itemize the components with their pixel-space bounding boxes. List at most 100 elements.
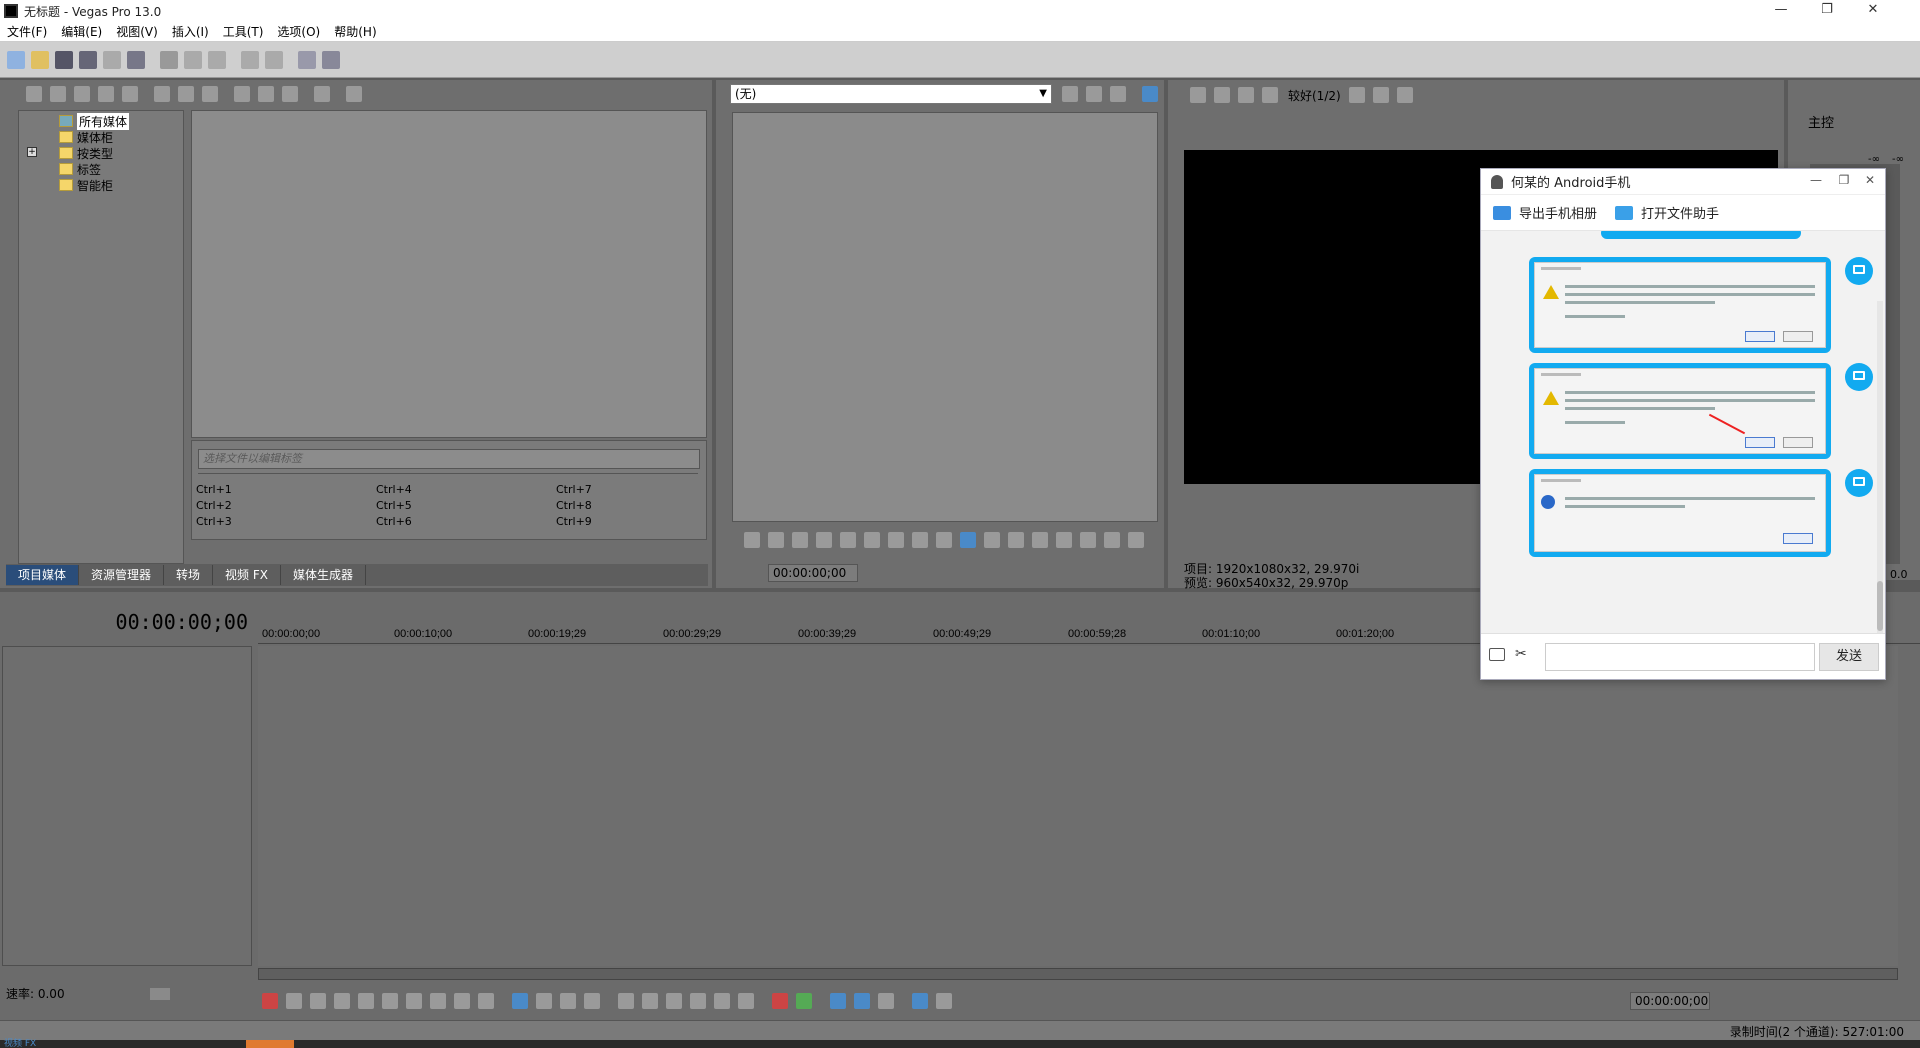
- tree-item-media-bins[interactable]: 媒体柜: [59, 129, 113, 145]
- minimize-button[interactable]: —: [1758, 0, 1804, 22]
- play-from-start-icon[interactable]: [310, 993, 326, 1009]
- delete-icon[interactable]: [618, 993, 634, 1009]
- prev-frame-icon[interactable]: [454, 993, 470, 1009]
- whats-this-icon[interactable]: [322, 50, 340, 69]
- message-image[interactable]: [1529, 257, 1831, 353]
- folder-icon[interactable]: [1489, 648, 1505, 661]
- loop-icon[interactable]: [286, 993, 302, 1009]
- more-icon[interactable]: [1128, 532, 1144, 548]
- go-to-start-icon[interactable]: [406, 993, 422, 1009]
- expand-toggle[interactable]: +: [27, 147, 37, 157]
- display-icon[interactable]: [1142, 86, 1158, 102]
- tab-explorer[interactable]: 资源管理器: [79, 565, 165, 585]
- go-to-end-icon[interactable]: [888, 532, 904, 548]
- maximize-button[interactable]: ❐: [1804, 0, 1850, 22]
- split-screen-icon[interactable]: [1262, 87, 1278, 103]
- timeline-tracks[interactable]: [258, 646, 1898, 966]
- open-file-helper-button[interactable]: 打开文件助手: [1615, 203, 1719, 222]
- tag-input[interactable]: 选择文件以编辑标签: [198, 449, 700, 469]
- trim-end-icon[interactable]: [690, 993, 706, 1009]
- normal-edit-tool-icon[interactable]: [512, 993, 528, 1009]
- selection-tool-icon[interactable]: [560, 993, 576, 1009]
- refresh-icon[interactable]: [98, 86, 114, 102]
- open-icon[interactable]: [31, 50, 49, 69]
- tools-icon[interactable]: [298, 50, 316, 69]
- menu-file[interactable]: 文件(F): [0, 23, 54, 40]
- trim-right-icon[interactable]: [1056, 532, 1072, 548]
- undo-icon[interactable]: [241, 50, 259, 69]
- fx-icon[interactable]: [202, 86, 218, 102]
- export-album-button[interactable]: 导出手机相册: [1493, 203, 1597, 222]
- chat-maximize-button[interactable]: ❐: [1833, 173, 1855, 187]
- tree-item-smart-bins[interactable]: 智能柜: [59, 177, 113, 193]
- auto-preview-icon[interactable]: [282, 86, 298, 102]
- pause-icon[interactable]: [358, 993, 374, 1009]
- scissors-icon[interactable]: ✂: [1515, 646, 1527, 662]
- pause-icon[interactable]: [816, 532, 832, 548]
- stop-icon[interactable]: [382, 993, 398, 1009]
- bottom-timecode[interactable]: 00:00:00;00: [1630, 992, 1710, 1010]
- envelope-tool-icon[interactable]: [536, 993, 552, 1009]
- paste-icon[interactable]: [208, 50, 226, 69]
- overlays-icon[interactable]: [1348, 87, 1365, 103]
- capture-icon[interactable]: [50, 86, 66, 102]
- chat-scrollbar[interactable]: [1877, 301, 1883, 633]
- play-from-start-icon[interactable]: [768, 532, 784, 548]
- selection-icon[interactable]: [960, 532, 976, 548]
- loop-icon[interactable]: [744, 532, 760, 548]
- clear-icon[interactable]: [1110, 86, 1126, 102]
- search-icon[interactable]: [346, 86, 362, 102]
- zoom-tool-icon[interactable]: [584, 993, 600, 1009]
- lock-envelopes-icon[interactable]: [912, 993, 928, 1009]
- enable-snapping-icon[interactable]: [830, 993, 846, 1009]
- video-fx-link[interactable]: 视频 FX: [4, 1036, 36, 1048]
- lock-icon[interactable]: [738, 993, 754, 1009]
- external-monitor-icon[interactable]: [1214, 87, 1230, 103]
- chat-messages[interactable]: [1481, 231, 1885, 633]
- remove-icon[interactable]: [154, 86, 170, 102]
- tab-media-generators[interactable]: 媒体生成器: [281, 565, 367, 585]
- ignore-event-grouping-icon[interactable]: [936, 993, 952, 1009]
- next-frame-icon[interactable]: [936, 532, 952, 548]
- message-image[interactable]: [1529, 469, 1831, 557]
- horizontal-scrollbar[interactable]: [258, 968, 1898, 980]
- menu-tools[interactable]: 工具(T): [216, 23, 271, 40]
- chat-close-button[interactable]: ✕: [1859, 173, 1881, 187]
- play-icon[interactable]: [334, 993, 350, 1009]
- cut-icon[interactable]: [160, 50, 178, 69]
- add-to-timeline-icon[interactable]: [1062, 86, 1078, 102]
- menu-insert[interactable]: 插入(I): [165, 23, 216, 40]
- play-icon[interactable]: [234, 86, 250, 102]
- auto-crossfade-icon[interactable]: [854, 993, 870, 1009]
- tree-item-by-type[interactable]: 按类型: [59, 145, 113, 161]
- record-icon[interactable]: [262, 993, 278, 1009]
- properties-small-icon[interactable]: [178, 86, 194, 102]
- trim-icon[interactable]: [1086, 86, 1102, 102]
- copy-snapshot-icon[interactable]: [1372, 87, 1389, 103]
- redo-icon[interactable]: [265, 50, 283, 69]
- go-to-end-icon[interactable]: [430, 993, 446, 1009]
- message-image[interactable]: [1529, 363, 1831, 459]
- trimmer-timecode[interactable]: 00:00:00;00: [768, 564, 858, 582]
- go-to-start-icon[interactable]: [864, 532, 880, 548]
- save-snapshot-icon[interactable]: [1396, 87, 1413, 103]
- new-icon[interactable]: [7, 50, 25, 69]
- menu-help[interactable]: 帮助(H): [327, 23, 383, 40]
- insert-marker-icon[interactable]: [772, 993, 788, 1009]
- stop-icon[interactable]: [840, 532, 856, 548]
- chat-minimize-button[interactable]: —: [1805, 173, 1827, 187]
- auto-ripple-icon[interactable]: [878, 993, 894, 1009]
- track-list[interactable]: [2, 646, 252, 966]
- fx-small-icon[interactable]: [1238, 87, 1254, 103]
- trim-left-icon[interactable]: [1032, 532, 1048, 548]
- tree-item-all-media[interactable]: 所有媒体: [59, 112, 130, 130]
- close-button[interactable]: ✕: [1850, 0, 1896, 22]
- project-properties-icon[interactable]: [1190, 87, 1206, 103]
- scroll-thumb[interactable]: [1877, 581, 1883, 631]
- render-icon[interactable]: [103, 50, 121, 69]
- tree-item-tags[interactable]: 标签: [59, 161, 101, 177]
- menu-view[interactable]: 视图(V): [109, 23, 165, 40]
- menu-options[interactable]: 选项(O): [270, 23, 327, 40]
- trim-start-icon[interactable]: [666, 993, 682, 1009]
- properties-icon[interactable]: [127, 50, 145, 69]
